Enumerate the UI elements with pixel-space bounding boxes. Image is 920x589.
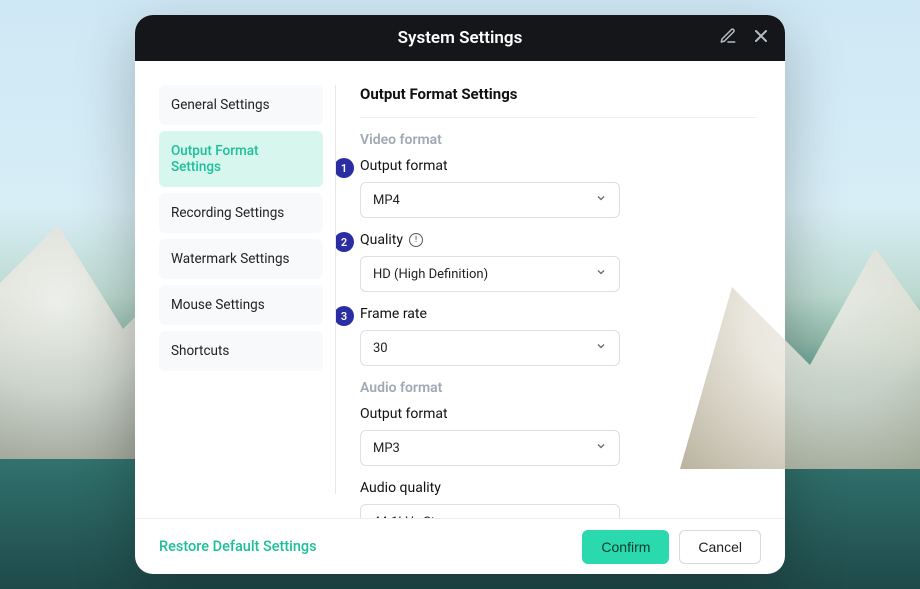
field-label: Audio quality — [360, 480, 757, 496]
chevron-down-icon — [595, 514, 607, 518]
field-quality: 2 Quality ! HD (High Definition) — [360, 232, 757, 292]
field-audio-quality: Audio quality 44.1kHz,Stereo — [360, 480, 757, 518]
window-title: System Settings — [398, 28, 523, 48]
sidebar-item-recording[interactable]: Recording Settings — [159, 193, 323, 233]
video-section-label: Video format — [360, 132, 757, 148]
main-panel: Output Format Settings Video format 1 Ou… — [336, 61, 785, 518]
footer: Restore Default Settings Confirm Cancel — [135, 518, 785, 574]
frame-rate-select[interactable]: 30 — [360, 330, 620, 366]
field-label: Output format — [360, 406, 757, 422]
sidebar-item-mouse[interactable]: Mouse Settings — [159, 285, 323, 325]
titlebar-actions — [719, 15, 771, 61]
chevron-down-icon — [595, 340, 607, 356]
edit-icon[interactable] — [719, 27, 737, 50]
sidebar-item-label: General Settings — [171, 97, 270, 113]
close-icon[interactable] — [751, 26, 771, 51]
audio-quality-select[interactable]: 44.1kHz,Stereo — [360, 504, 620, 518]
sidebar-item-shortcuts[interactable]: Shortcuts — [159, 331, 323, 371]
audio-output-format-select[interactable]: MP3 — [360, 430, 620, 466]
titlebar: System Settings — [135, 15, 785, 61]
page-title: Output Format Settings — [360, 85, 757, 118]
video-output-format-select[interactable]: MP4 — [360, 182, 620, 218]
field-label: Output format — [360, 158, 757, 174]
field-frame-rate: 3 Frame rate 30 — [360, 306, 757, 366]
select-value: 30 — [373, 341, 388, 356]
field-video-output-format: 1 Output format MP4 — [360, 158, 757, 218]
cancel-button[interactable]: Cancel — [679, 530, 761, 564]
step-badge-3: 3 — [336, 306, 354, 326]
chevron-down-icon — [595, 440, 607, 456]
select-value: HD (High Definition) — [373, 267, 488, 282]
audio-section-label: Audio format — [360, 380, 757, 396]
step-badge-1: 1 — [336, 158, 354, 178]
sidebar-item-output-format[interactable]: Output Format Settings — [159, 131, 323, 187]
select-value: 44.1kHz,Stereo — [373, 515, 461, 519]
sidebar-item-watermark[interactable]: Watermark Settings — [159, 239, 323, 279]
confirm-button[interactable]: Confirm — [582, 530, 669, 564]
field-label: Frame rate — [360, 306, 757, 322]
sidebar-item-general[interactable]: General Settings — [159, 85, 323, 125]
field-audio-output-format: Output format MP3 — [360, 406, 757, 466]
sidebar-item-label: Output Format Settings — [171, 143, 259, 175]
chevron-down-icon — [595, 266, 607, 282]
sidebar-item-label: Shortcuts — [171, 343, 229, 359]
restore-defaults-link[interactable]: Restore Default Settings — [159, 538, 317, 555]
step-badge-2: 2 — [336, 232, 354, 252]
sidebar-item-label: Recording Settings — [171, 205, 284, 221]
select-value: MP4 — [373, 193, 400, 208]
info-icon[interactable]: ! — [409, 233, 423, 247]
quality-select[interactable]: HD (High Definition) — [360, 256, 620, 292]
select-value: MP3 — [373, 441, 400, 456]
sidebar-item-label: Mouse Settings — [171, 297, 265, 313]
sidebar: General Settings Output Format Settings … — [135, 61, 335, 518]
window-body: General Settings Output Format Settings … — [135, 61, 785, 518]
footer-actions: Confirm Cancel — [582, 530, 761, 564]
field-label: Quality ! — [360, 232, 757, 248]
settings-window: System Settings General Settings Output … — [135, 15, 785, 574]
sidebar-item-label: Watermark Settings — [171, 251, 290, 267]
chevron-down-icon — [595, 192, 607, 208]
